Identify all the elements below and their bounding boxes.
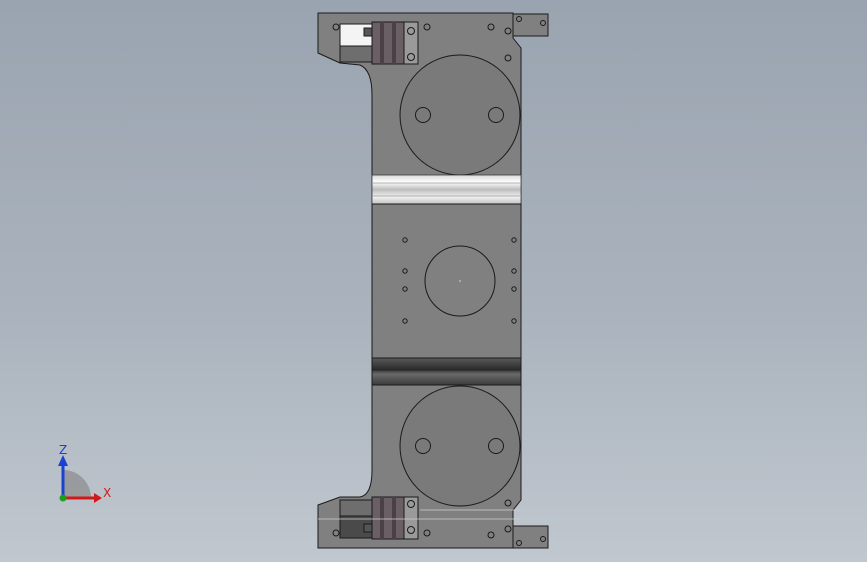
top-disc: [399, 54, 521, 176]
x-axis-arrow: [94, 493, 102, 503]
z-axis-label: Z: [59, 443, 68, 457]
carriage-plate: [371, 203, 522, 359]
linear-rail: [371, 174, 522, 205]
part-model[interactable]: [0, 0, 867, 562]
graphics-viewport[interactable]: Z X: [0, 0, 867, 562]
bottom-bearing: [371, 496, 405, 540]
triad-quadrant: [63, 470, 91, 498]
top-bearing: [371, 21, 405, 65]
bottom-disc: [399, 385, 521, 507]
y-axis-dot: [59, 494, 67, 502]
dark-rail: [371, 357, 522, 386]
x-axis-label: X: [103, 486, 112, 500]
